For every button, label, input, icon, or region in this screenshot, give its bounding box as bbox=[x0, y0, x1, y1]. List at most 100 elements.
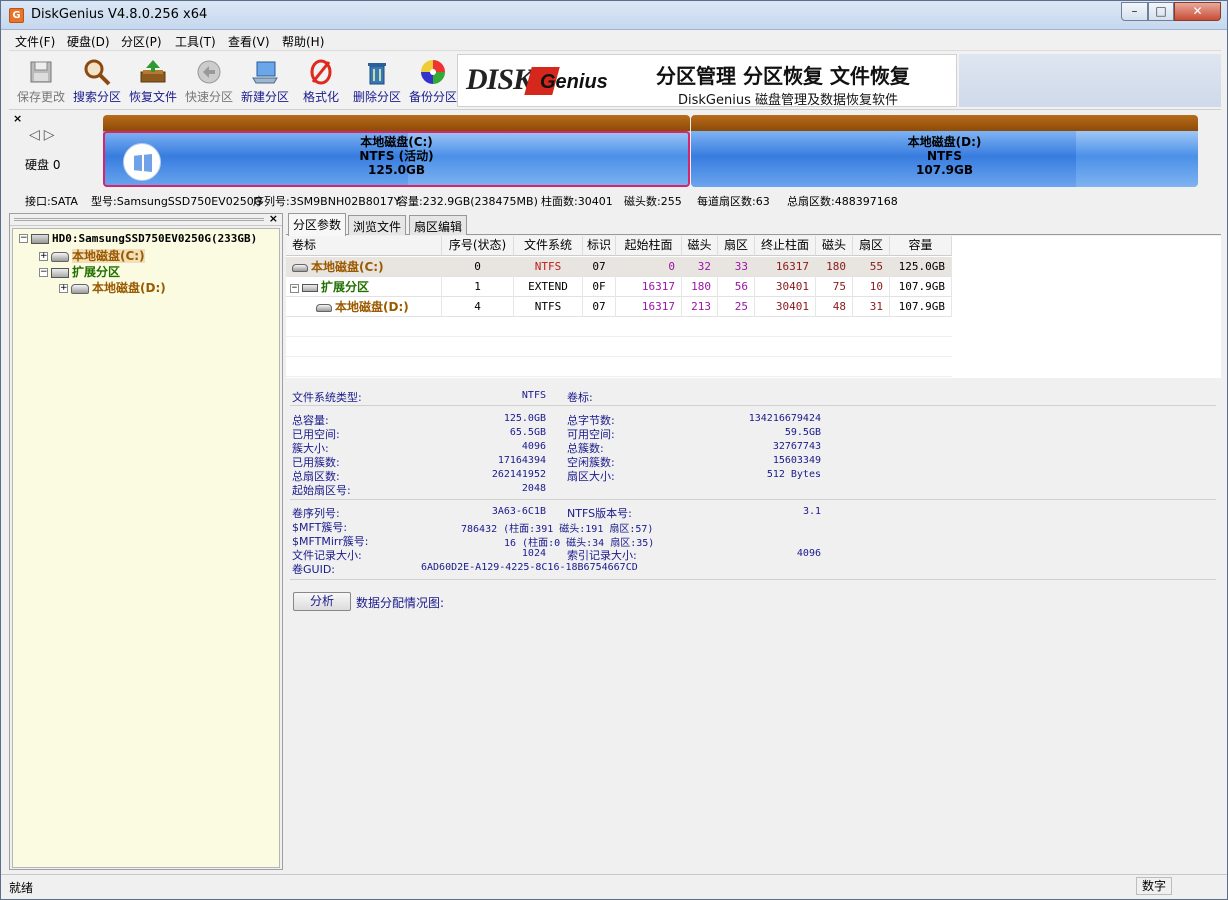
col-header-end-sector[interactable]: 扇区 bbox=[853, 236, 890, 256]
partition-block-d[interactable]: 本地磁盘(D:) NTFS 107.9GB bbox=[691, 115, 1198, 187]
extended-partition-icon bbox=[302, 284, 318, 292]
hard-disk-icon bbox=[31, 233, 49, 244]
disk-label: 硬盘 0 bbox=[25, 158, 61, 172]
disk-tree-panel: × − HD0:SamsungSSD750EV0250G(233GB) + 本地磁盘… bbox=[9, 212, 283, 870]
menu-bar: 文件(F) 硬盘(D) 分区(P) 工具(T) 查看(V) 帮助(H) bbox=[9, 31, 1221, 51]
toolbar: 保存更改 搜索分区 恢复文件 快速分区 新建分区 格式化 删除分区 备份分区 D… bbox=[9, 52, 1221, 110]
disk-tree: − HD0:SamsungSSD750EV0250G(233GB) + 本地磁盘(C… bbox=[12, 228, 280, 868]
tree-item-c[interactable]: + 本地磁盘(C:) bbox=[39, 247, 145, 264]
extended-partition-icon bbox=[51, 267, 69, 278]
tab-bar: 分区参数 浏览文件 扇区编辑 bbox=[286, 213, 1221, 236]
app-icon: G bbox=[9, 8, 24, 23]
collapse-icon[interactable]: − bbox=[39, 268, 48, 277]
disk-interface: 接口:SATA bbox=[25, 195, 78, 208]
partition-d-fs: NTFS bbox=[926, 149, 963, 163]
col-header-start-head[interactable]: 磁头 bbox=[682, 236, 718, 256]
allocation-map-label: 数据分配情况图: bbox=[356, 596, 445, 610]
app-window: G DiskGenius V4.8.0.256 x64 – □ ✕ 文件(F) … bbox=[0, 0, 1228, 900]
collapse-icon[interactable]: − bbox=[290, 283, 299, 293]
menu-tools[interactable]: 工具(T) bbox=[175, 33, 216, 50]
menu-disk[interactable]: 硬盘(D) bbox=[67, 33, 110, 50]
disk-info-bar: 接口:SATA 型号:SamsungSSD750EV0250G 序列号:3SM9… bbox=[9, 193, 1221, 211]
status-text: 就绪 bbox=[9, 881, 34, 895]
table-row[interactable]: − 扩展分区 1 EXTEND 0F 16317 180 56 30401 75 … bbox=[286, 277, 952, 297]
disk-serial: 序列号:3SM9BNH02B8017Y bbox=[253, 195, 401, 208]
tree-item-disk[interactable]: − HD0:SamsungSSD750EV0250G(233GB) bbox=[19, 231, 257, 245]
col-header-end-head[interactable]: 磁头 bbox=[816, 236, 853, 256]
disk-heads: 磁头数:255 bbox=[624, 195, 682, 208]
disk-nav-arrows[interactable]: ◁▷ bbox=[29, 127, 59, 143]
quick-partition-icon bbox=[197, 60, 221, 84]
menu-view[interactable]: 查看(V) bbox=[228, 33, 270, 50]
partition-icon bbox=[292, 264, 308, 272]
search-partition-button[interactable]: 搜索分区 bbox=[69, 54, 125, 106]
status-bar: 就绪 数字 bbox=[1, 874, 1227, 899]
save-icon bbox=[30, 61, 52, 83]
main-panel: 分区参数 浏览文件 扇区编辑 卷标 序号(状态) 文件系统 标识 起始柱面 磁头… bbox=[286, 213, 1221, 870]
quick-partition-button[interactable]: 快速分区 bbox=[181, 54, 237, 106]
partition-d-size: 107.9GB bbox=[916, 163, 973, 177]
menu-help[interactable]: 帮助(H) bbox=[282, 33, 324, 50]
disk-cylinders: 柱面数:30401 bbox=[541, 195, 613, 208]
menu-file[interactable]: 文件(F) bbox=[15, 33, 55, 50]
collapse-icon[interactable]: − bbox=[19, 234, 28, 243]
minimize-button[interactable]: – bbox=[1121, 2, 1148, 21]
partition-block-c[interactable]: 本地磁盘(C:) NTFS (活动) 125.0GB bbox=[103, 115, 690, 187]
col-header-fs[interactable]: 文件系统 bbox=[514, 236, 583, 256]
disk-sectors-per-track: 每道扇区数:63 bbox=[697, 195, 770, 208]
col-header-end-cyl[interactable]: 终止柱面 bbox=[755, 236, 816, 256]
restore-icon bbox=[140, 60, 166, 83]
restore-files-button[interactable]: 恢复文件 bbox=[125, 54, 181, 106]
expand-icon[interactable]: + bbox=[59, 284, 68, 293]
col-header-start-cyl[interactable]: 起始柱面 bbox=[616, 236, 682, 256]
tab-browse-files[interactable]: 浏览文件 bbox=[348, 215, 407, 235]
window-title: DiskGenius V4.8.0.256 x64 bbox=[31, 7, 208, 22]
magnifier-icon bbox=[84, 59, 111, 86]
menu-partition[interactable]: 分区(P) bbox=[121, 33, 162, 50]
close-button[interactable]: ✕ bbox=[1174, 2, 1221, 21]
close-icon[interactable]: × bbox=[269, 212, 278, 225]
banner-filler bbox=[959, 54, 1221, 107]
partition-icon bbox=[51, 251, 69, 262]
disk-model: 型号:SamsungSSD750EV0250G bbox=[91, 195, 263, 208]
col-header-id[interactable]: 标识 bbox=[583, 236, 616, 256]
partition-c-size: 125.0GB bbox=[368, 163, 425, 177]
tab-partition-params[interactable]: 分区参数 bbox=[288, 213, 347, 236]
backup-icon bbox=[421, 60, 445, 84]
new-partition-button[interactable]: 新建分区 bbox=[237, 54, 293, 106]
banner-subtitle: DiskGenius 磁盘管理及数据恢复软件 bbox=[678, 93, 898, 107]
tree-item-extended[interactable]: − 扩展分区 bbox=[39, 263, 120, 280]
title-bar: G DiskGenius V4.8.0.256 x64 – □ ✕ bbox=[1, 1, 1227, 30]
close-icon[interactable]: × bbox=[13, 112, 22, 125]
product-banner: DISK Genius 分区管理 分区恢复 文件恢复 DiskGenius 磁盘… bbox=[457, 54, 957, 107]
disk-capacity: 容量:232.9GB(238475MB) bbox=[397, 195, 538, 208]
banner-title: 分区管理 分区恢复 文件恢复 bbox=[656, 64, 910, 88]
table-row[interactable]: 本地磁盘(C:) 0 NTFS 07 0 32 33 16317 180 55 … bbox=[286, 257, 952, 277]
col-header-capacity[interactable]: 容量 bbox=[890, 236, 952, 256]
delete-icon bbox=[368, 63, 386, 85]
col-header-index[interactable]: 序号(状态) bbox=[442, 236, 514, 256]
disk-total-sectors: 总扇区数:488397168 bbox=[787, 195, 898, 208]
partition-d-name: 本地磁盘(D:) bbox=[907, 135, 982, 149]
new-partition-icon bbox=[252, 61, 278, 84]
format-icon bbox=[310, 59, 332, 85]
partition-icon bbox=[316, 304, 332, 312]
partition-c-fs: NTFS (活动) bbox=[359, 149, 434, 163]
save-changes-button[interactable]: 保存更改 bbox=[13, 54, 69, 106]
maximize-button[interactable]: □ bbox=[1148, 2, 1174, 21]
delete-partition-button[interactable]: 删除分区 bbox=[349, 54, 405, 106]
tree-item-d[interactable]: + 本地磁盘(D:) bbox=[59, 279, 166, 296]
table-row[interactable]: 本地磁盘(D:) 4 NTFS 07 16317 213 25 30401 48… bbox=[286, 297, 952, 317]
partition-details: 文件系统类型: NTFS 卷标: 总容量: 125.0GB 总字节数: 1342… bbox=[286, 383, 1221, 683]
expand-icon[interactable]: + bbox=[39, 252, 48, 261]
backup-partition-button[interactable]: 备份分区 bbox=[405, 54, 461, 106]
partition-c-name: 本地磁盘(C:) bbox=[360, 135, 433, 149]
partition-table: 卷标 序号(状态) 文件系统 标识 起始柱面 磁头 扇区 终止柱面 磁头 扇区 … bbox=[286, 236, 1221, 378]
col-header-start-sector[interactable]: 扇区 bbox=[718, 236, 755, 256]
partition-icon bbox=[71, 283, 89, 294]
col-header-label[interactable]: 卷标 bbox=[286, 236, 442, 256]
numlock-indicator: 数字 bbox=[1136, 877, 1172, 895]
format-button[interactable]: 格式化 bbox=[293, 54, 349, 106]
analyze-button[interactable]: 分析 bbox=[293, 592, 351, 611]
tab-sector-editor[interactable]: 扇区编辑 bbox=[409, 215, 468, 235]
